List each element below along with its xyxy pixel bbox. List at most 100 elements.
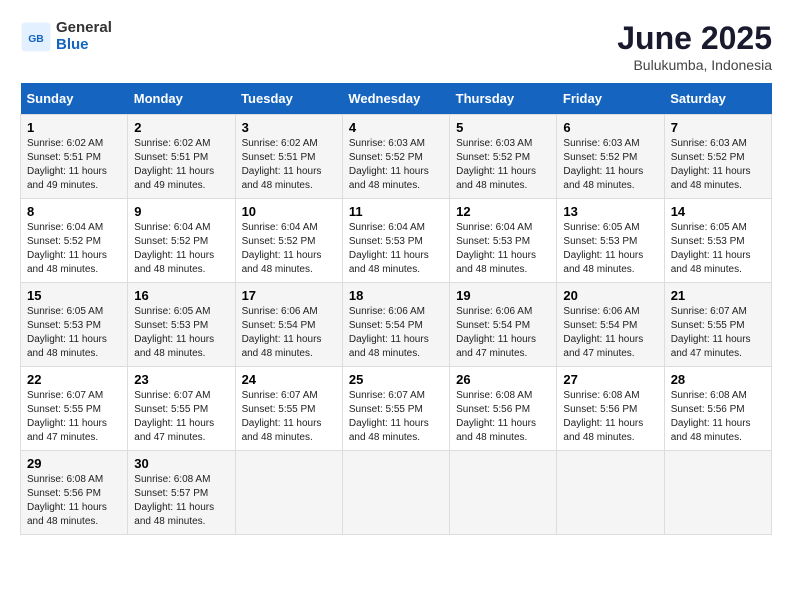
calendar-day-2: 2 Sunrise: 6:02 AMSunset: 5:51 PMDayligh… (128, 115, 235, 199)
sunrise-info: Sunrise: 6:03 AMSunset: 5:52 PMDaylight:… (349, 138, 429, 191)
day-number: 12 (456, 204, 550, 219)
empty-day-cell (450, 451, 557, 535)
calendar-day-18: 18 Sunrise: 6:06 AMSunset: 5:54 PMDaylig… (342, 283, 449, 367)
weekday-header-saturday: Saturday (664, 83, 771, 115)
calendar-day-6: 6 Sunrise: 6:03 AMSunset: 5:52 PMDayligh… (557, 115, 664, 199)
sunrise-info: Sunrise: 6:07 AMSunset: 5:55 PMDaylight:… (134, 390, 214, 443)
day-number: 29 (27, 456, 121, 471)
sunrise-info: Sunrise: 6:06 AMSunset: 5:54 PMDaylight:… (349, 306, 429, 359)
sunrise-info: Sunrise: 6:02 AMSunset: 5:51 PMDaylight:… (242, 138, 322, 191)
sunrise-info: Sunrise: 6:02 AMSunset: 5:51 PMDaylight:… (134, 138, 214, 191)
calendar-week-2: 8 Sunrise: 6:04 AMSunset: 5:52 PMDayligh… (21, 199, 772, 283)
sunrise-info: Sunrise: 6:04 AMSunset: 5:52 PMDaylight:… (134, 222, 214, 275)
day-number: 4 (349, 120, 443, 135)
logo-blue: Blue (56, 36, 89, 53)
calendar-day-25: 25 Sunrise: 6:07 AMSunset: 5:55 PMDaylig… (342, 367, 449, 451)
sunrise-info: Sunrise: 6:03 AMSunset: 5:52 PMDaylight:… (563, 138, 643, 191)
calendar-day-21: 21 Sunrise: 6:07 AMSunset: 5:55 PMDaylig… (664, 283, 771, 367)
logo: GB General Blue (20, 20, 112, 53)
empty-day-cell (557, 451, 664, 535)
header: GB General Blue June 2025 Bulukumba, Ind… (20, 20, 772, 73)
calendar-day-12: 12 Sunrise: 6:04 AMSunset: 5:53 PMDaylig… (450, 199, 557, 283)
calendar-day-23: 23 Sunrise: 6:07 AMSunset: 5:55 PMDaylig… (128, 367, 235, 451)
sunrise-info: Sunrise: 6:05 AMSunset: 5:53 PMDaylight:… (134, 306, 214, 359)
calendar-day-11: 11 Sunrise: 6:04 AMSunset: 5:53 PMDaylig… (342, 199, 449, 283)
calendar-day-7: 7 Sunrise: 6:03 AMSunset: 5:52 PMDayligh… (664, 115, 771, 199)
logo-general: General (56, 19, 112, 36)
empty-day-cell (235, 451, 342, 535)
day-number: 22 (27, 372, 121, 387)
sunrise-info: Sunrise: 6:04 AMSunset: 5:52 PMDaylight:… (242, 222, 322, 275)
day-number: 24 (242, 372, 336, 387)
sunrise-info: Sunrise: 6:02 AMSunset: 5:51 PMDaylight:… (27, 138, 107, 191)
calendar-week-1: 1 Sunrise: 6:02 AMSunset: 5:51 PMDayligh… (21, 115, 772, 199)
sunrise-info: Sunrise: 6:06 AMSunset: 5:54 PMDaylight:… (456, 306, 536, 359)
sunrise-info: Sunrise: 6:05 AMSunset: 5:53 PMDaylight:… (671, 222, 751, 275)
empty-day-cell (664, 451, 771, 535)
weekday-header-tuesday: Tuesday (235, 83, 342, 115)
day-number: 30 (134, 456, 228, 471)
day-number: 26 (456, 372, 550, 387)
location-title: Bulukumba, Indonesia (617, 57, 772, 73)
day-number: 19 (456, 288, 550, 303)
sunrise-info: Sunrise: 6:08 AMSunset: 5:56 PMDaylight:… (671, 390, 751, 443)
day-number: 6 (563, 120, 657, 135)
sunrise-info: Sunrise: 6:07 AMSunset: 5:55 PMDaylight:… (671, 306, 751, 359)
day-number: 28 (671, 372, 765, 387)
calendar-day-5: 5 Sunrise: 6:03 AMSunset: 5:52 PMDayligh… (450, 115, 557, 199)
sunrise-info: Sunrise: 6:04 AMSunset: 5:53 PMDaylight:… (349, 222, 429, 275)
day-number: 10 (242, 204, 336, 219)
calendar-day-24: 24 Sunrise: 6:07 AMSunset: 5:55 PMDaylig… (235, 367, 342, 451)
sunrise-info: Sunrise: 6:06 AMSunset: 5:54 PMDaylight:… (563, 306, 643, 359)
sunrise-info: Sunrise: 6:05 AMSunset: 5:53 PMDaylight:… (563, 222, 643, 275)
day-number: 13 (563, 204, 657, 219)
day-number: 17 (242, 288, 336, 303)
day-number: 15 (27, 288, 121, 303)
calendar-day-14: 14 Sunrise: 6:05 AMSunset: 5:53 PMDaylig… (664, 199, 771, 283)
weekday-header-thursday: Thursday (450, 83, 557, 115)
sunrise-info: Sunrise: 6:08 AMSunset: 5:56 PMDaylight:… (563, 390, 643, 443)
sunrise-info: Sunrise: 6:07 AMSunset: 5:55 PMDaylight:… (349, 390, 429, 443)
day-number: 8 (27, 204, 121, 219)
sunrise-info: Sunrise: 6:04 AMSunset: 5:52 PMDaylight:… (27, 222, 107, 275)
sunrise-info: Sunrise: 6:03 AMSunset: 5:52 PMDaylight:… (671, 138, 751, 191)
calendar-day-15: 15 Sunrise: 6:05 AMSunset: 5:53 PMDaylig… (21, 283, 128, 367)
calendar-day-27: 27 Sunrise: 6:08 AMSunset: 5:56 PMDaylig… (557, 367, 664, 451)
weekday-header-wednesday: Wednesday (342, 83, 449, 115)
sunrise-info: Sunrise: 6:07 AMSunset: 5:55 PMDaylight:… (242, 390, 322, 443)
calendar-table: SundayMondayTuesdayWednesdayThursdayFrid… (20, 83, 772, 535)
weekday-header-monday: Monday (128, 83, 235, 115)
weekday-header-friday: Friday (557, 83, 664, 115)
title-area: June 2025 Bulukumba, Indonesia (617, 20, 772, 73)
calendar-day-22: 22 Sunrise: 6:07 AMSunset: 5:55 PMDaylig… (21, 367, 128, 451)
calendar-day-28: 28 Sunrise: 6:08 AMSunset: 5:56 PMDaylig… (664, 367, 771, 451)
day-number: 14 (671, 204, 765, 219)
calendar-day-1: 1 Sunrise: 6:02 AMSunset: 5:51 PMDayligh… (21, 115, 128, 199)
day-number: 18 (349, 288, 443, 303)
calendar-day-13: 13 Sunrise: 6:05 AMSunset: 5:53 PMDaylig… (557, 199, 664, 283)
day-number: 23 (134, 372, 228, 387)
day-number: 25 (349, 372, 443, 387)
sunrise-info: Sunrise: 6:07 AMSunset: 5:55 PMDaylight:… (27, 390, 107, 443)
sunrise-info: Sunrise: 6:08 AMSunset: 5:56 PMDaylight:… (27, 474, 107, 527)
weekday-header-sunday: Sunday (21, 83, 128, 115)
svg-text:GB: GB (28, 33, 44, 44)
day-number: 20 (563, 288, 657, 303)
day-number: 5 (456, 120, 550, 135)
calendar-day-8: 8 Sunrise: 6:04 AMSunset: 5:52 PMDayligh… (21, 199, 128, 283)
day-number: 1 (27, 120, 121, 135)
day-number: 3 (242, 120, 336, 135)
calendar-week-4: 22 Sunrise: 6:07 AMSunset: 5:55 PMDaylig… (21, 367, 772, 451)
calendar-day-30: 30 Sunrise: 6:08 AMSunset: 5:57 PMDaylig… (128, 451, 235, 535)
day-number: 9 (134, 204, 228, 219)
calendar-day-9: 9 Sunrise: 6:04 AMSunset: 5:52 PMDayligh… (128, 199, 235, 283)
sunrise-info: Sunrise: 6:06 AMSunset: 5:54 PMDaylight:… (242, 306, 322, 359)
day-number: 21 (671, 288, 765, 303)
logo-icon: GB (20, 21, 52, 53)
sunrise-info: Sunrise: 6:08 AMSunset: 5:57 PMDaylight:… (134, 474, 214, 527)
calendar-day-3: 3 Sunrise: 6:02 AMSunset: 5:51 PMDayligh… (235, 115, 342, 199)
calendar-week-3: 15 Sunrise: 6:05 AMSunset: 5:53 PMDaylig… (21, 283, 772, 367)
day-number: 16 (134, 288, 228, 303)
sunrise-info: Sunrise: 6:05 AMSunset: 5:53 PMDaylight:… (27, 306, 107, 359)
day-number: 11 (349, 204, 443, 219)
